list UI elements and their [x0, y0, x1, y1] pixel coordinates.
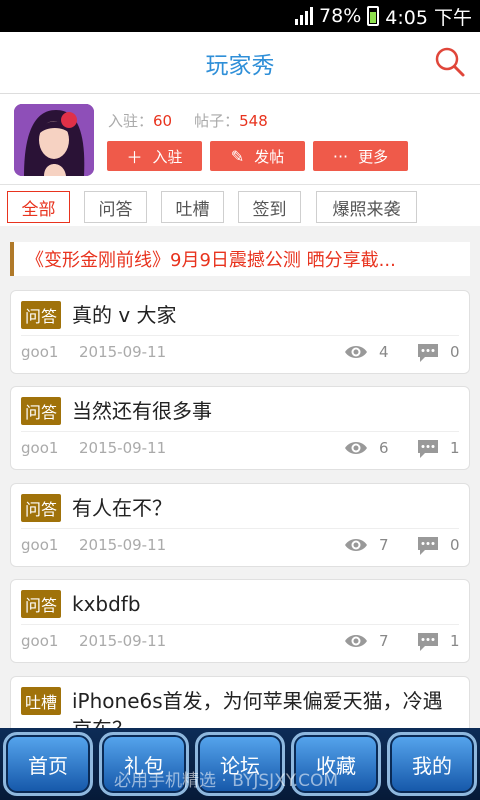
more-icon: ···: [332, 146, 349, 166]
eye-icon: [345, 442, 367, 454]
post-date: 2015-09-11: [79, 343, 167, 361]
post-author: goo1: [21, 439, 59, 457]
search-icon[interactable]: [434, 46, 466, 78]
post-tag: 问答: [21, 494, 62, 522]
profile-stats: 入驻：60 帖子：548: [108, 110, 268, 131]
nav-home[interactable]: 首页: [3, 732, 93, 796]
post-author: goo1: [21, 343, 59, 361]
clock: 4:05 下午: [385, 6, 472, 29]
divider: [21, 528, 459, 529]
comment-icon: [418, 344, 438, 362]
post-tag: 吐槽: [21, 687, 62, 715]
signal-icon: [295, 7, 314, 25]
view-count: 6: [379, 439, 389, 457]
title-bar: 玩家秀: [0, 32, 480, 94]
post-title: 真的 v 大家: [72, 303, 177, 327]
battery-percent: 78%: [319, 5, 362, 27]
reply-count: 0: [450, 343, 460, 361]
post-tag: 问答: [21, 397, 62, 425]
eye-icon: [345, 635, 367, 647]
list-item[interactable]: 问答 kxbdfb goo1 2015-09-11 7 1: [10, 579, 470, 663]
divider: [21, 624, 459, 625]
filter-tabs: 全部 问答 吐槽 签到 爆照来袭: [0, 184, 480, 226]
eye-icon: [345, 346, 367, 358]
reply-count: 1: [450, 439, 460, 457]
tab-checkin[interactable]: 签到: [238, 191, 301, 223]
comment-icon: [418, 537, 438, 555]
list-item[interactable]: 问答 有人在不？ goo1 2015-09-11 7 0: [10, 483, 470, 567]
post-button[interactable]: ✎ 发帖: [210, 141, 305, 171]
post-tag: 问答: [21, 590, 62, 618]
tab-rant[interactable]: 吐槽: [161, 191, 224, 223]
page-title: 玩家秀: [205, 52, 275, 79]
posts-stat: 帖子：548: [194, 112, 268, 130]
watermark: 必用手机精选 · BYJSJXY.COM: [114, 771, 339, 791]
tab-photos[interactable]: 爆照来袭: [316, 191, 417, 223]
tab-all[interactable]: 全部: [7, 191, 70, 223]
post-title: kxbdfb: [72, 592, 141, 616]
post-tag: 问答: [21, 301, 62, 329]
profile-panel: 入驻：60 帖子：548 ＋ 入驻 ✎ 发帖 ··· 更多: [0, 94, 480, 184]
comment-icon: [418, 440, 438, 458]
list-item[interactable]: 问答 真的 v 大家 goo1 2015-09-11 4 0: [10, 290, 470, 374]
battery-icon: [367, 6, 380, 26]
divider: [21, 335, 459, 336]
post-date: 2015-09-11: [79, 439, 167, 457]
view-count: 7: [379, 632, 389, 650]
pencil-icon: ✎: [230, 146, 245, 166]
post-date: 2015-09-11: [79, 536, 167, 554]
nav-me[interactable]: 我的: [387, 732, 477, 796]
announcement-banner[interactable]: 《变形金刚前线》9月9日震撼公测 晒分享截...: [10, 242, 470, 276]
profile-actions: ＋ 入驻 ✎ 发帖 ··· 更多: [107, 141, 408, 171]
reply-count: 0: [450, 536, 460, 554]
avatar[interactable]: [14, 104, 94, 176]
list-item[interactable]: 问答 当然还有很多事 goo1 2015-09-11 6 1: [10, 386, 470, 470]
view-count: 7: [379, 536, 389, 554]
join-button[interactable]: ＋ 入驻: [107, 141, 202, 171]
eye-icon: [345, 539, 367, 551]
post-author: goo1: [21, 632, 59, 650]
more-button[interactable]: ··· 更多: [313, 141, 408, 171]
post-title: 当然还有很多事: [72, 399, 212, 423]
post-author: goo1: [21, 536, 59, 554]
status-bar: 78% 4:05 下午: [0, 0, 480, 32]
comment-icon: [418, 633, 438, 651]
join-stat: 入驻：60: [108, 112, 173, 130]
plus-icon: ＋: [126, 148, 143, 167]
divider: [21, 431, 459, 432]
tab-qa[interactable]: 问答: [84, 191, 147, 223]
reply-count: 1: [450, 632, 460, 650]
post-date: 2015-09-11: [79, 632, 167, 650]
view-count: 4: [379, 343, 389, 361]
post-title: 有人在不？: [72, 496, 172, 520]
